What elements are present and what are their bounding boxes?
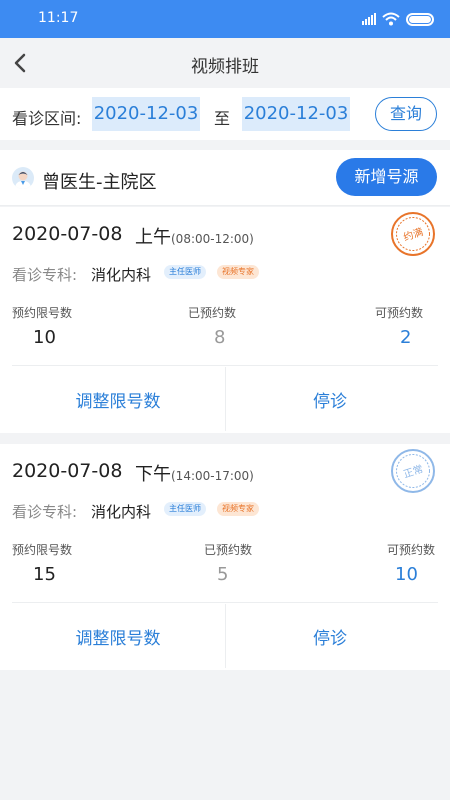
video-expert-tag: 视频专家 [217, 502, 259, 516]
period-hours: (08:00-12:00) [171, 232, 254, 246]
wifi-icon [382, 12, 400, 26]
adjust-limit-button[interactable]: 调整限号数 [38, 624, 198, 649]
stop-clinic-button[interactable]: 停诊 [250, 624, 410, 649]
specialty-label: 看诊专科: [12, 266, 78, 284]
button-divider [225, 604, 226, 668]
schedule-period: 下午(14:00-17:00) [135, 460, 254, 486]
card-divider [12, 602, 438, 603]
limit-label: 预约限号数 [12, 543, 73, 557]
signal-icon [362, 13, 376, 25]
title-tag: 主任医师 [164, 502, 206, 516]
limit-value: 10 [33, 327, 56, 348]
limit-label: 预约限号数 [12, 306, 73, 320]
booked-label: 已预约数 [204, 543, 253, 557]
date-separator: 至 [214, 109, 231, 128]
specialty-value: 消化内科 [91, 266, 152, 284]
video-expert-tag: 视频专家 [217, 265, 259, 279]
button-divider [225, 367, 226, 431]
status-bar: 11:17 [0, 0, 450, 38]
card-divider [12, 365, 438, 366]
booked-value: 8 [214, 327, 226, 348]
period-hours: (14:00-17:00) [171, 469, 254, 483]
schedule-date: 2020-07-08 [12, 223, 123, 245]
status-icons [362, 12, 434, 26]
schedule-card: 2020-07-08 下午(14:00-17:00) 正常 看诊专科: 消化内科… [0, 444, 450, 670]
stamp-text: 正常 [402, 462, 425, 481]
nav-bar: 视频排班 [0, 38, 450, 88]
specialty-label: 看诊专科: [12, 503, 78, 521]
full-stamp-icon: 约满 [391, 212, 435, 256]
booked-label: 已预约数 [188, 306, 237, 320]
start-date-field[interactable]: 2020-12-03 [92, 97, 200, 131]
stamp-text: 约满 [402, 225, 425, 244]
schedule-period: 上午(08:00-12:00) [135, 223, 254, 249]
title-tag: 主任医师 [164, 265, 206, 279]
available-label: 可预约数 [375, 306, 424, 320]
add-slot-button[interactable]: 新增号源 [336, 158, 437, 196]
stop-clinic-button[interactable]: 停诊 [250, 387, 410, 412]
battery-icon [406, 12, 434, 26]
available-value: 10 [395, 564, 418, 585]
end-date-field[interactable]: 2020-12-03 [242, 97, 350, 131]
period-label: 上午 [135, 227, 171, 248]
date-range-label: 看诊区间: [12, 109, 82, 128]
available-label: 可预约数 [387, 543, 436, 557]
booked-value: 5 [217, 564, 229, 585]
schedule-card: 2020-07-08 上午(08:00-12:00) 约满 看诊专科: 消化内科… [0, 207, 450, 433]
period-label: 下午 [135, 464, 171, 485]
limit-value: 15 [33, 564, 56, 585]
query-button[interactable]: 查询 [375, 97, 437, 131]
page-title: 视频排班 [191, 57, 259, 77]
doctor-avatar [12, 167, 34, 189]
specialty-value: 消化内科 [91, 503, 152, 521]
adjust-limit-button[interactable]: 调整限号数 [38, 387, 198, 412]
normal-stamp-icon: 正常 [391, 449, 435, 493]
schedule-date: 2020-07-08 [12, 460, 123, 482]
doctor-name: 曾医生-主院区 [42, 172, 157, 193]
available-value: 2 [400, 327, 412, 348]
status-time: 11:17 [38, 10, 79, 26]
